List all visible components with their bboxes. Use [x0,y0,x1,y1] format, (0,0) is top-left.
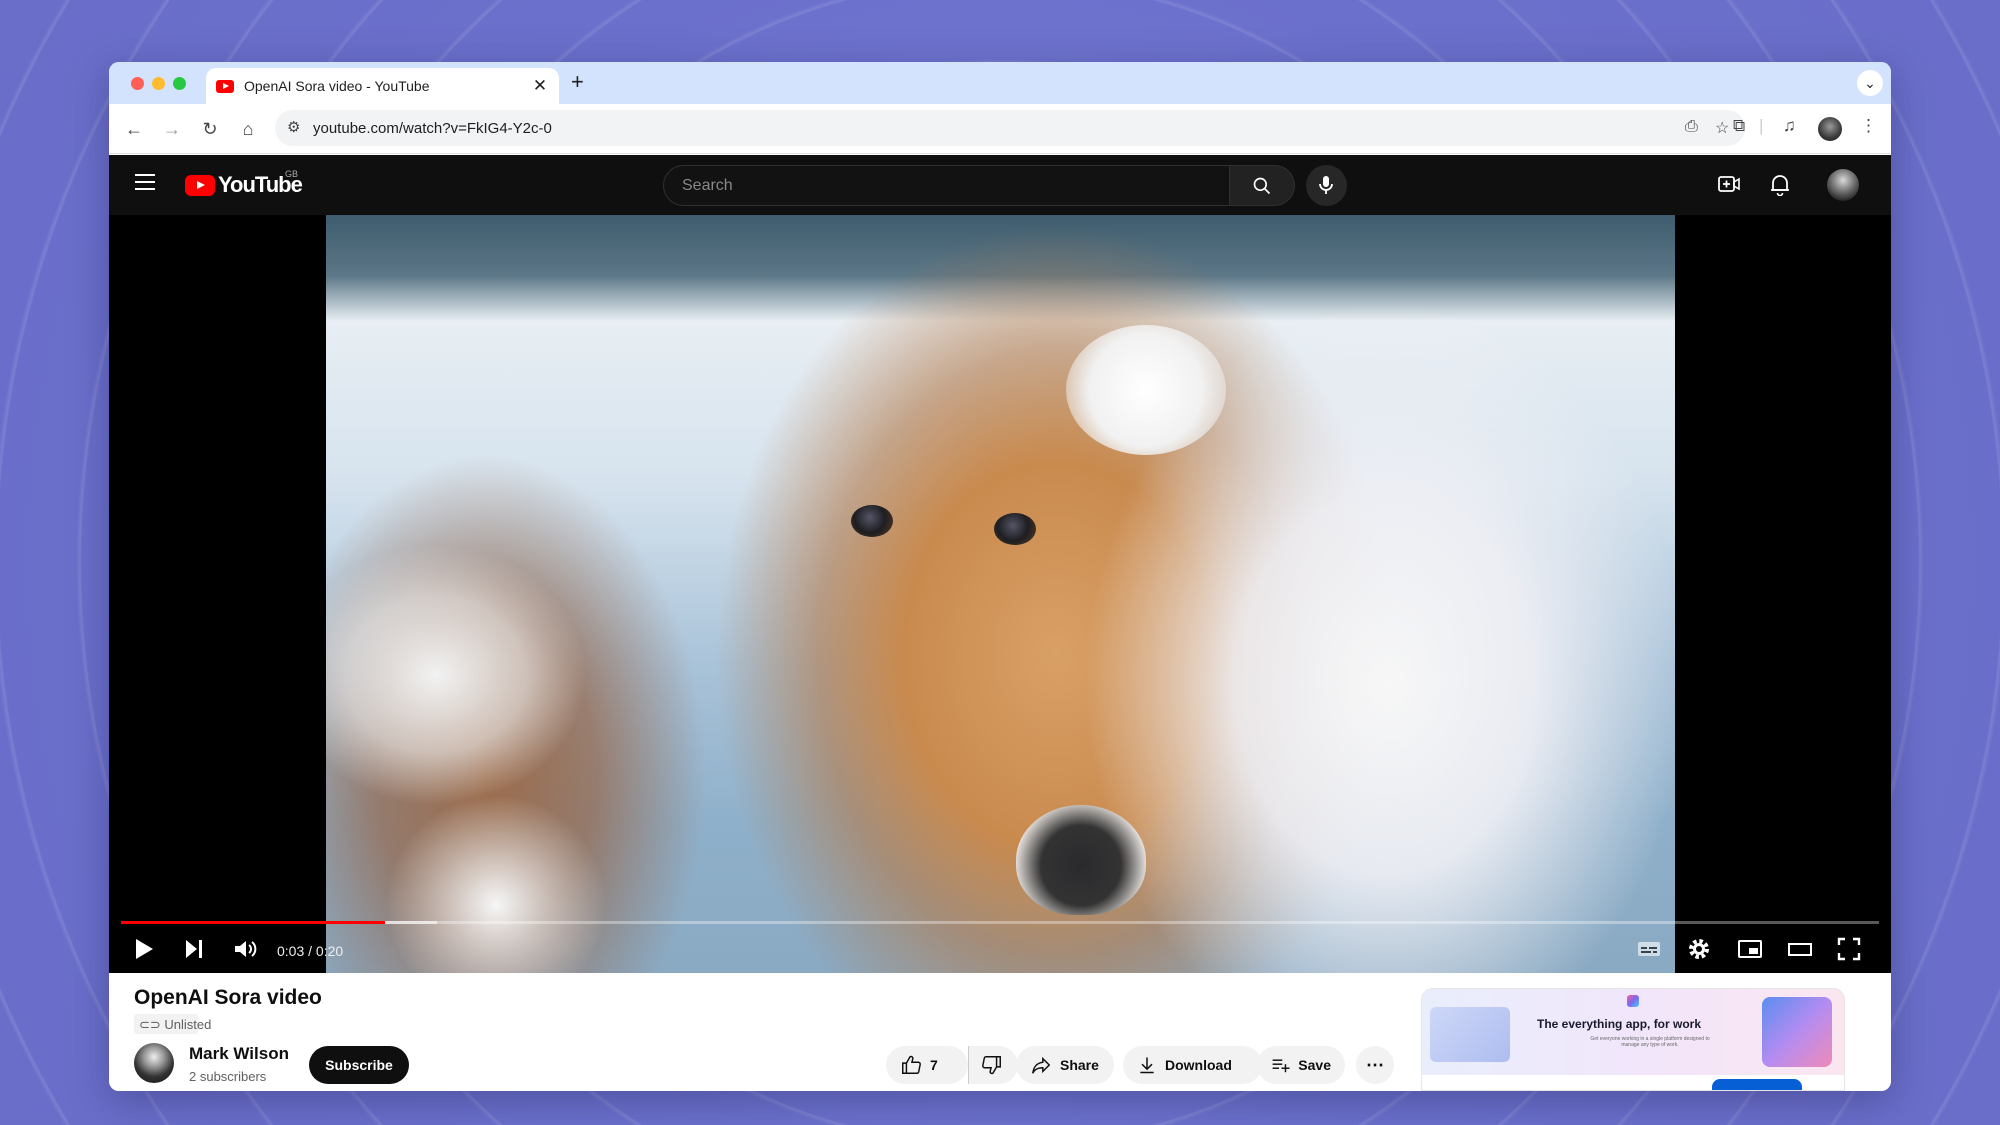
search-placeholder: Search [682,177,733,194]
youtube-favicon-icon [216,79,234,93]
tab-title: OpenAI Sora video - YouTube [244,78,430,94]
volume-icon [235,941,257,957]
home-icon[interactable]: ⌂ [235,116,261,142]
search-icon [1253,177,1271,195]
browser-window: OpenAI Sora video - YouTube ✕ + ⌄ ← → ↻ … [109,62,1891,1091]
extensions-icon[interactable]: ⧉ [1733,116,1745,136]
ad-subline: Get everyone working in a single platfor… [1590,1036,1710,1048]
volume-button[interactable] [233,937,259,966]
create-video-icon[interactable] [1717,172,1741,201]
share-icon [1032,1056,1051,1074]
site-info-icon[interactable]: ⚙ [287,118,300,136]
notifications-bell-icon[interactable] [1769,172,1791,201]
player-controls: 0:03 / 0:20 [109,929,1891,973]
ad-headline: The everything app, for work [1537,1017,1702,1031]
dislike-button[interactable] [968,1046,1018,1084]
like-count: 7 [930,1057,938,1073]
account-avatar[interactable] [1827,169,1859,201]
channel-avatar[interactable] [134,1043,174,1083]
bookmark-star-icon[interactable]: ☆ [1715,118,1729,138]
ad-cta-button[interactable] [1712,1079,1802,1090]
forward-arrow-icon[interactable]: → [159,116,185,142]
time-display: 0:03 / 0:20 [277,943,344,959]
settings-button[interactable] [1687,937,1711,966]
subscriber-count: 2 subscribers [189,1069,267,1084]
browser-tab-active[interactable]: OpenAI Sora video - YouTube ✕ [206,68,559,104]
skip-next-icon [186,940,202,958]
channel-name[interactable]: Mark Wilson [189,1044,289,1064]
tab-search-chevron-icon[interactable]: ⌄ [1857,70,1883,96]
download-icon [1140,1057,1154,1074]
tab-bar: OpenAI Sora video - YouTube ✕ + ⌄ [109,62,1891,104]
progress-bar[interactable] [121,921,1879,924]
minimize-window-button[interactable] [152,77,165,90]
next-video-button[interactable] [183,937,205,966]
visibility-label: ⊂⊃ Unlisted [139,1017,212,1032]
download-label: Download [1165,1057,1232,1073]
hamburger-menu-icon[interactable] [135,174,155,190]
theater-mode-button[interactable] [1787,937,1813,966]
play-icon [136,939,153,959]
theater-mode-icon [1788,943,1812,956]
video-frame-puppy-in-snow[interactable] [326,215,1675,973]
playlist-add-icon [1272,1059,1290,1073]
fullscreen-icon [1837,937,1861,961]
maximize-window-button[interactable] [173,77,186,90]
share-label: Share [1060,1057,1099,1073]
search-button[interactable] [1230,165,1295,206]
voice-search-button[interactable] [1306,165,1347,206]
address-toolbar: ← → ↻ ⌂ ⚙ youtube.com/watch?v=FkIG4-Y2c-… [109,104,1891,154]
video-player[interactable]: 0:03 / 0:20 [109,215,1891,973]
address-bar[interactable]: ⚙ youtube.com/watch?v=FkIG4-Y2c-0 ⎙ ☆ [275,110,1745,146]
subtitles-button[interactable] [1636,937,1662,966]
video-snow-detail [1066,325,1226,455]
save-button[interactable]: Save [1257,1046,1345,1084]
search-input[interactable]: Search [663,165,1230,206]
close-window-button[interactable] [131,77,144,90]
new-tab-button[interactable]: + [571,69,584,95]
toolbar-divider: | [1759,116,1764,135]
video-title: OpenAI Sora video [134,986,322,1009]
youtube-logo-icon[interactable] [185,175,215,196]
download-button[interactable]: Download [1123,1046,1262,1084]
link-icon: ⊂⊃ [139,1017,165,1032]
play-button[interactable] [133,937,155,966]
video-puppy-eye [851,505,893,537]
url-text[interactable]: youtube.com/watch?v=FkIG4-Y2c-0 [313,120,552,137]
share-button[interactable]: Share [1016,1046,1114,1084]
reload-icon[interactable]: ↻ [197,116,223,142]
video-puppy-eye [994,513,1036,545]
more-actions-button[interactable]: ⋯ [1356,1046,1394,1084]
youtube-header: YouTube GB Search [109,155,1891,215]
profile-avatar[interactable] [1818,117,1842,141]
miniplayer-button[interactable] [1737,937,1763,966]
tab-close-icon[interactable]: ✕ [531,76,549,96]
like-button[interactable]: 7 [886,1046,968,1084]
progress-played [121,921,385,924]
fullscreen-button[interactable] [1837,937,1861,966]
settings-gear-icon [1689,939,1709,959]
microphone-icon [1319,176,1333,194]
miniplayer-icon [1738,940,1762,958]
save-label: Save [1298,1057,1331,1073]
browser-menu-icon[interactable]: ⋮ [1860,116,1877,136]
ad-illustration-right [1762,997,1832,1067]
advertiser-logo-icon [1627,995,1639,1007]
video-details: OpenAI Sora video ⊂⊃ Unlisted Mark Wilso… [109,973,1891,1091]
subtitles-icon [1638,942,1660,956]
media-controls-icon[interactable]: ♫ [1783,116,1796,136]
region-code: GB [285,169,299,179]
video-puppy-nose [1016,805,1146,915]
thumbs-down-icon [982,1056,1001,1075]
subscribe-button[interactable]: Subscribe [309,1046,409,1084]
sponsored-ad-banner[interactable]: The everything app, for work Get everyon… [1421,988,1845,1091]
ad-illustration-left [1430,1007,1510,1062]
install-app-icon[interactable]: ⎙ [1685,118,1698,136]
back-arrow-icon[interactable]: ← [121,116,147,142]
thumbs-up-icon [902,1055,921,1074]
